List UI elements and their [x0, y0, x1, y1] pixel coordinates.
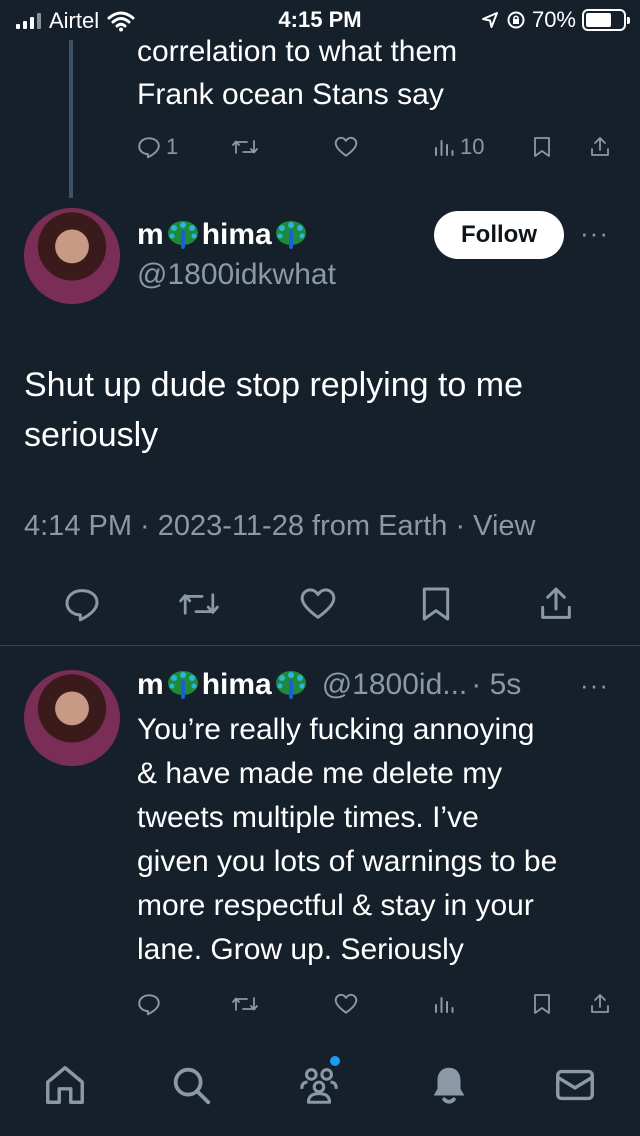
like-button[interactable] [298, 584, 338, 624]
views-icon [435, 997, 454, 1013]
tab-communities[interactable] [296, 1056, 342, 1108]
tab-search[interactable] [168, 1062, 214, 1108]
display-name[interactable]: m hima [137, 218, 310, 252]
battery-fill [586, 13, 612, 27]
peacock-emoji-icon [275, 221, 306, 249]
views-icon [435, 140, 454, 156]
reply-tweet-line: You’re really fucking annoying [137, 713, 535, 746]
reply-button[interactable] [62, 584, 102, 624]
user-handle[interactable]: @1800idkwhat [137, 258, 336, 292]
tweet-text: Shut up dude stop replying to me serious… [24, 366, 523, 454]
tab-messages[interactable] [552, 1062, 598, 1108]
retweet-button[interactable] [176, 584, 222, 624]
more-options-button[interactable]: ··· [580, 218, 609, 249]
peacock-emoji-icon [275, 671, 306, 699]
bookmark-icon [422, 587, 450, 621]
retweet-icon [179, 593, 219, 615]
home-icon [46, 1066, 84, 1104]
bookmark-icon [534, 994, 550, 1014]
share-icon [591, 137, 609, 156]
bookmark-button[interactable] [530, 991, 554, 1017]
reply-tweet-line: given you lots of warnings to be [137, 845, 558, 878]
views-button[interactable] [432, 991, 456, 1017]
display-name[interactable]: m hima @1800id... · 5s [137, 668, 521, 702]
peacock-emoji-icon [167, 671, 198, 699]
rotation-lock-icon [507, 11, 525, 29]
reply-tweet-line: tweets multiple times. I’ve [137, 801, 479, 834]
reply-tweet-line: & have made me delete my [137, 757, 503, 790]
parent-tweet-line: correlation to what them [137, 35, 458, 68]
tweet-meta[interactable]: 4:14 PM · 2023-11-28 from Earth · View [24, 510, 536, 543]
bookmark-button[interactable] [530, 134, 554, 160]
thread-line [69, 40, 73, 198]
retweet-button[interactable] [230, 134, 260, 160]
display-name-part: m [137, 218, 164, 251]
follow-button[interactable]: Follow [434, 211, 564, 259]
share-button[interactable] [536, 584, 576, 624]
bottom-tab-bar [0, 1040, 640, 1136]
like-icon [334, 136, 358, 157]
like-icon [300, 588, 336, 619]
bookmark-icon [534, 137, 550, 157]
reply-icon [138, 137, 160, 159]
reply-tweet-line: more respectful & stay in your [137, 889, 534, 922]
notifications-icon [433, 1067, 465, 1104]
tweet-age: · 5s [471, 668, 522, 701]
reply-tweet-line: lane. Grow up. Seriously [137, 933, 464, 966]
display-name-part: m [137, 668, 164, 701]
views-button[interactable]: 10 [432, 134, 484, 160]
parent-tweet-line: Frank ocean Stans say [137, 78, 444, 111]
like-icon [334, 993, 358, 1014]
views-count: 10 [460, 134, 485, 159]
like-button[interactable] [333, 134, 359, 160]
display-name-part: hima [201, 218, 272, 251]
reply-count: 1 [166, 134, 179, 159]
communities-icon [300, 1068, 338, 1104]
bookmark-button[interactable] [416, 584, 456, 624]
reply-icon [65, 589, 99, 622]
share-icon [591, 994, 609, 1013]
user-handle[interactable]: @1800id... [322, 668, 468, 702]
peacock-emoji-icon [167, 221, 198, 249]
search-icon [173, 1067, 211, 1105]
messages-icon [556, 1069, 594, 1101]
reply-tweet-text: You’re really fucking annoying & have ma… [137, 708, 627, 972]
avatar[interactable] [24, 670, 120, 766]
parent-tweet-text: correlation to what them Frank ocean Sta… [137, 30, 617, 116]
more-options-button[interactable]: ··· [580, 670, 609, 701]
divider [0, 645, 640, 646]
notification-dot [330, 1056, 340, 1066]
tab-home[interactable] [42, 1062, 88, 1108]
retweet-icon [232, 997, 258, 1011]
retweet-button[interactable] [230, 991, 260, 1017]
display-name-part: hima [201, 668, 272, 701]
share-button[interactable] [588, 991, 612, 1017]
tab-notifications[interactable] [426, 1062, 472, 1108]
reply-button[interactable] [136, 991, 162, 1017]
reply-icon [138, 994, 160, 1016]
battery-icon [582, 9, 630, 31]
avatar[interactable] [24, 208, 120, 304]
reply-button[interactable]: 1 [136, 134, 178, 160]
share-button[interactable] [588, 134, 612, 160]
retweet-icon [232, 140, 258, 154]
share-icon [541, 587, 571, 619]
like-button[interactable] [333, 991, 359, 1017]
location-icon [481, 12, 498, 28]
